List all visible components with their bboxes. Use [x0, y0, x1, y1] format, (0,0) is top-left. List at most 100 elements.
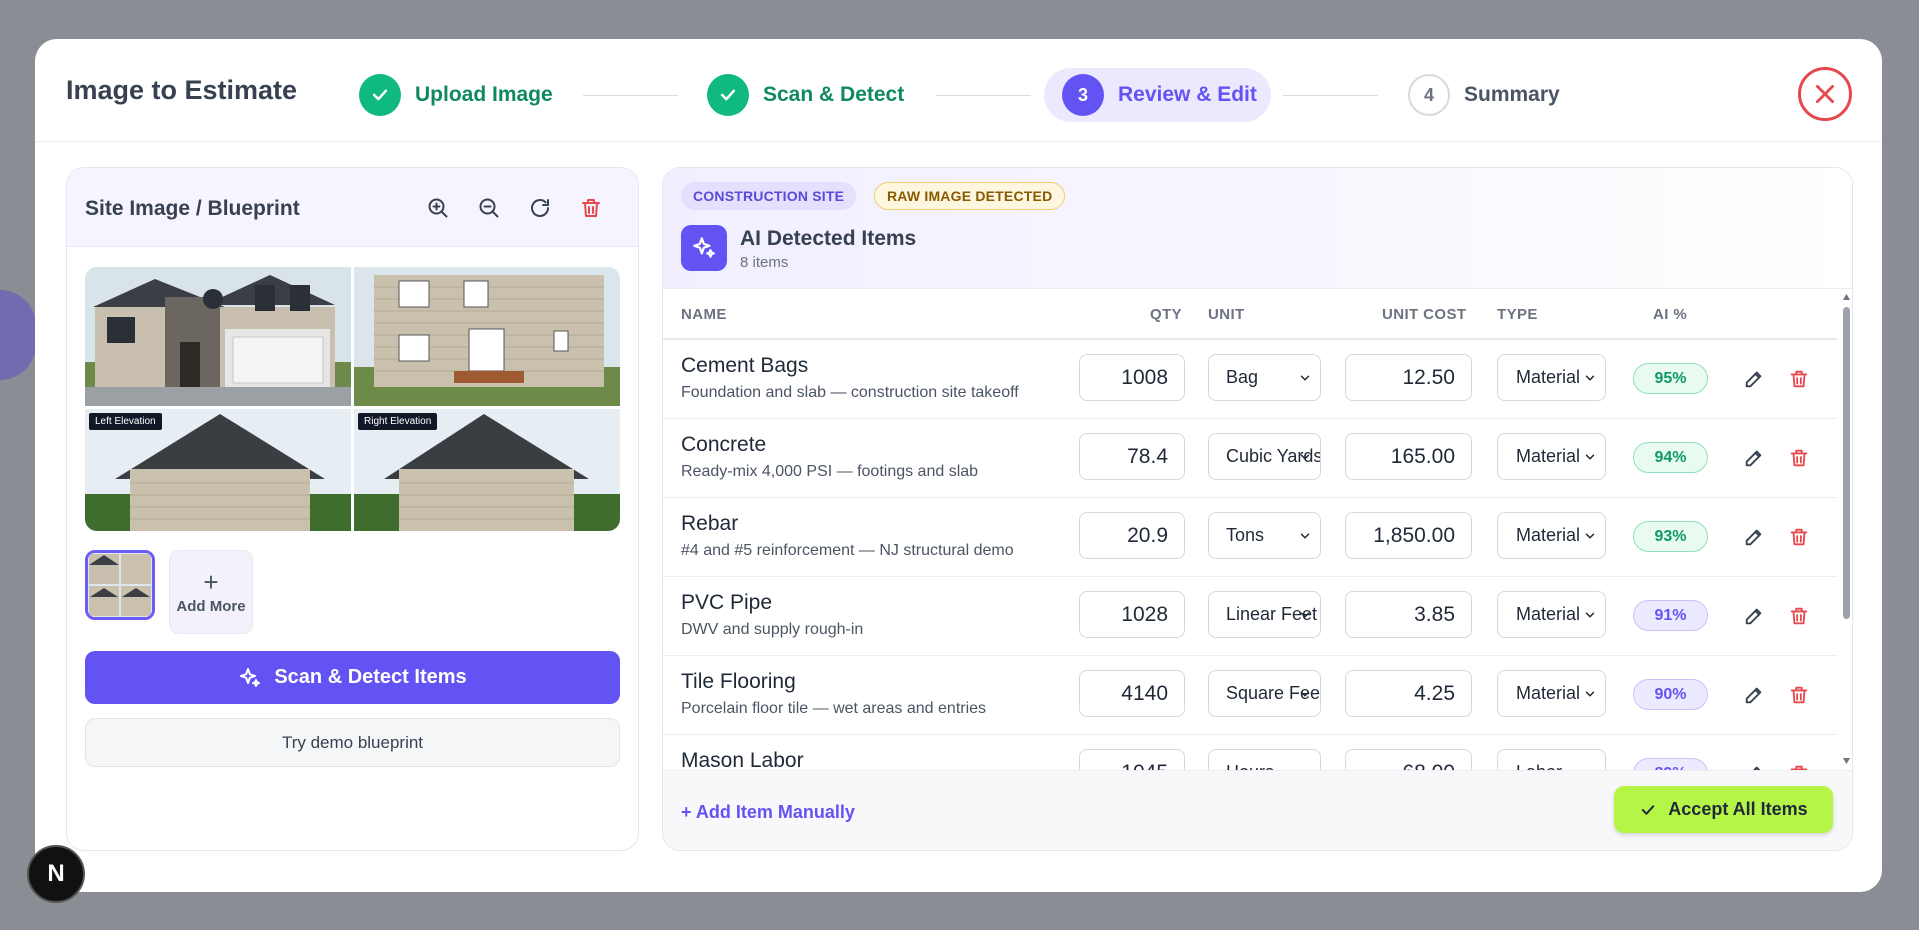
- step-summary[interactable]: 4 Summary: [1408, 68, 1560, 122]
- edit-icon[interactable]: [1741, 366, 1767, 392]
- detected-items-list: Cement Bags Foundation and slab — constru…: [663, 340, 1837, 770]
- close-button[interactable]: [1798, 67, 1852, 121]
- chevron-down-icon: [1585, 375, 1595, 381]
- type-select[interactable]: Material: [1497, 354, 1606, 401]
- item-description: DWV and supply rough-in: [681, 621, 864, 638]
- step-upload-image[interactable]: Upload Image: [359, 68, 553, 122]
- type-select[interactable]: Material: [1497, 433, 1606, 480]
- item-description: Porcelain floor tile — wet areas and ent…: [681, 700, 987, 717]
- quantity-input[interactable]: 1045: [1079, 749, 1185, 770]
- unit-select[interactable]: Square Feet: [1208, 670, 1321, 717]
- zoom-out-icon[interactable]: [475, 194, 503, 222]
- edit-icon[interactable]: [1741, 445, 1767, 471]
- quantity-input[interactable]: 1028: [1079, 591, 1185, 638]
- dev-tools-badge[interactable]: N: [27, 845, 85, 903]
- table-header: NAME QTY UNIT UNIT COST TYPE AI %: [663, 289, 1837, 340]
- tile-label: Left Elevation: [89, 413, 162, 430]
- unit-select[interactable]: Cubic Yards: [1208, 433, 1321, 480]
- item-name: Cement Bags: [681, 354, 809, 377]
- trash-icon[interactable]: [577, 194, 605, 222]
- tile-label: Right Elevation: [358, 413, 438, 430]
- unit-select[interactable]: Bag: [1208, 354, 1321, 401]
- blueprint-preview-image: Left Elevation Right Elevation: [85, 267, 620, 531]
- step-review-edit[interactable]: 3 Review & Edit: [1044, 68, 1271, 122]
- unit-cost-input[interactable]: 12.50: [1345, 354, 1472, 401]
- scroll-down-icon[interactable]: [1842, 757, 1851, 765]
- scrollbar-thumb[interactable]: [1843, 307, 1850, 619]
- unit-select[interactable]: Linear Feet: [1208, 591, 1321, 638]
- edit-icon[interactable]: [1741, 524, 1767, 550]
- add-more-label: Add More: [176, 597, 246, 615]
- item-name: Concrete: [681, 433, 767, 456]
- step-connector: [1283, 95, 1378, 96]
- right-elevation-image: Right Elevation: [354, 409, 620, 531]
- unit-cost-input[interactable]: 4.25: [1345, 670, 1472, 717]
- step-label: Scan & Detect: [763, 83, 905, 106]
- image-panel-title: Site Image / Blueprint: [85, 197, 300, 220]
- detected-items-count: 8 items: [740, 254, 789, 271]
- trash-icon[interactable]: [1786, 524, 1812, 550]
- trash-icon[interactable]: [1786, 682, 1812, 708]
- item-name: PVC Pipe: [681, 591, 773, 614]
- column-qty: QTY: [1150, 306, 1183, 323]
- unit-cost-input[interactable]: 1,850.00: [1345, 512, 1472, 559]
- chevron-down-icon: [1585, 454, 1595, 460]
- scan-detect-button[interactable]: Scan & Detect Items: [85, 651, 620, 704]
- unit-select[interactable]: Tons: [1208, 512, 1321, 559]
- step-number: 3: [1062, 74, 1104, 116]
- raw-image-badge: RAW IMAGE DETECTED: [874, 182, 1066, 210]
- add-item-manually-link[interactable]: + Add Item Manually: [681, 802, 855, 823]
- quantity-input[interactable]: 78.4: [1079, 433, 1185, 480]
- image-to-estimate-modal: Image to Estimate Upload Image Scan & De…: [35, 39, 1882, 892]
- ai-confidence-badge: 95%: [1633, 363, 1708, 394]
- step-scan-detect[interactable]: Scan & Detect: [707, 68, 904, 122]
- ai-confidence-badge: 90%: [1633, 679, 1708, 710]
- scan-detect-label: Scan & Detect Items: [274, 666, 467, 688]
- edit-icon[interactable]: [1741, 603, 1767, 629]
- table-row: Concrete Ready-mix 4,000 PSI — footings a…: [663, 419, 1837, 498]
- scroll-up-icon[interactable]: [1842, 293, 1851, 301]
- step-connector: [583, 95, 678, 96]
- trash-icon[interactable]: [1786, 445, 1812, 471]
- column-name: NAME: [681, 306, 727, 323]
- table-row: Rebar #4 and #5 reinforcement — NJ struct…: [663, 498, 1837, 577]
- quantity-input[interactable]: 20.9: [1079, 512, 1185, 559]
- unit-value: Hours: [1226, 762, 1274, 770]
- table-scrollbar[interactable]: [1840, 289, 1852, 771]
- chevron-down-icon: [1300, 375, 1310, 381]
- demo-blueprint-button[interactable]: Try demo blueprint: [85, 718, 620, 767]
- add-more-button[interactable]: + Add More: [169, 550, 253, 634]
- column-type: TYPE: [1497, 306, 1538, 323]
- modal-header: Image to Estimate Upload Image Scan & De…: [35, 39, 1882, 142]
- type-select[interactable]: Material: [1497, 512, 1606, 559]
- chevron-down-icon: [1300, 454, 1310, 460]
- unit-select[interactable]: Hours: [1208, 749, 1321, 770]
- accept-all-button[interactable]: Accept All Items: [1614, 786, 1833, 833]
- trash-icon[interactable]: [1786, 366, 1812, 392]
- edit-icon[interactable]: [1741, 682, 1767, 708]
- plus-icon: +: [203, 566, 219, 597]
- type-value: Labor: [1516, 762, 1562, 770]
- type-value: Material: [1516, 446, 1581, 466]
- type-select[interactable]: Material: [1497, 591, 1606, 638]
- image-thumbnail[interactable]: [85, 550, 155, 620]
- chevron-down-icon: [1585, 612, 1595, 618]
- quantity-input[interactable]: 1008: [1079, 354, 1185, 401]
- unit-cost-input[interactable]: 3.85: [1345, 591, 1472, 638]
- trash-icon[interactable]: [1786, 603, 1812, 629]
- quantity-input[interactable]: 4140: [1079, 670, 1185, 717]
- backdrop-accent: [0, 290, 36, 380]
- item-description: Ready-mix 4,000 PSI — footings and slab: [681, 463, 979, 480]
- rotate-icon[interactable]: [526, 194, 554, 222]
- type-select[interactable]: Labor: [1497, 749, 1606, 770]
- type-select[interactable]: Material: [1497, 670, 1606, 717]
- unit-value: Bag: [1226, 367, 1259, 387]
- zoom-in-icon[interactable]: [424, 194, 452, 222]
- edit-icon[interactable]: [1741, 761, 1767, 770]
- item-name: Tile Flooring: [681, 670, 796, 693]
- unit-cost-input[interactable]: 165.00: [1345, 433, 1472, 480]
- chevron-down-icon: [1300, 691, 1310, 697]
- unit-cost-input[interactable]: 68.00: [1345, 749, 1472, 770]
- trash-icon[interactable]: [1786, 761, 1812, 770]
- item-name: Rebar: [681, 512, 739, 535]
